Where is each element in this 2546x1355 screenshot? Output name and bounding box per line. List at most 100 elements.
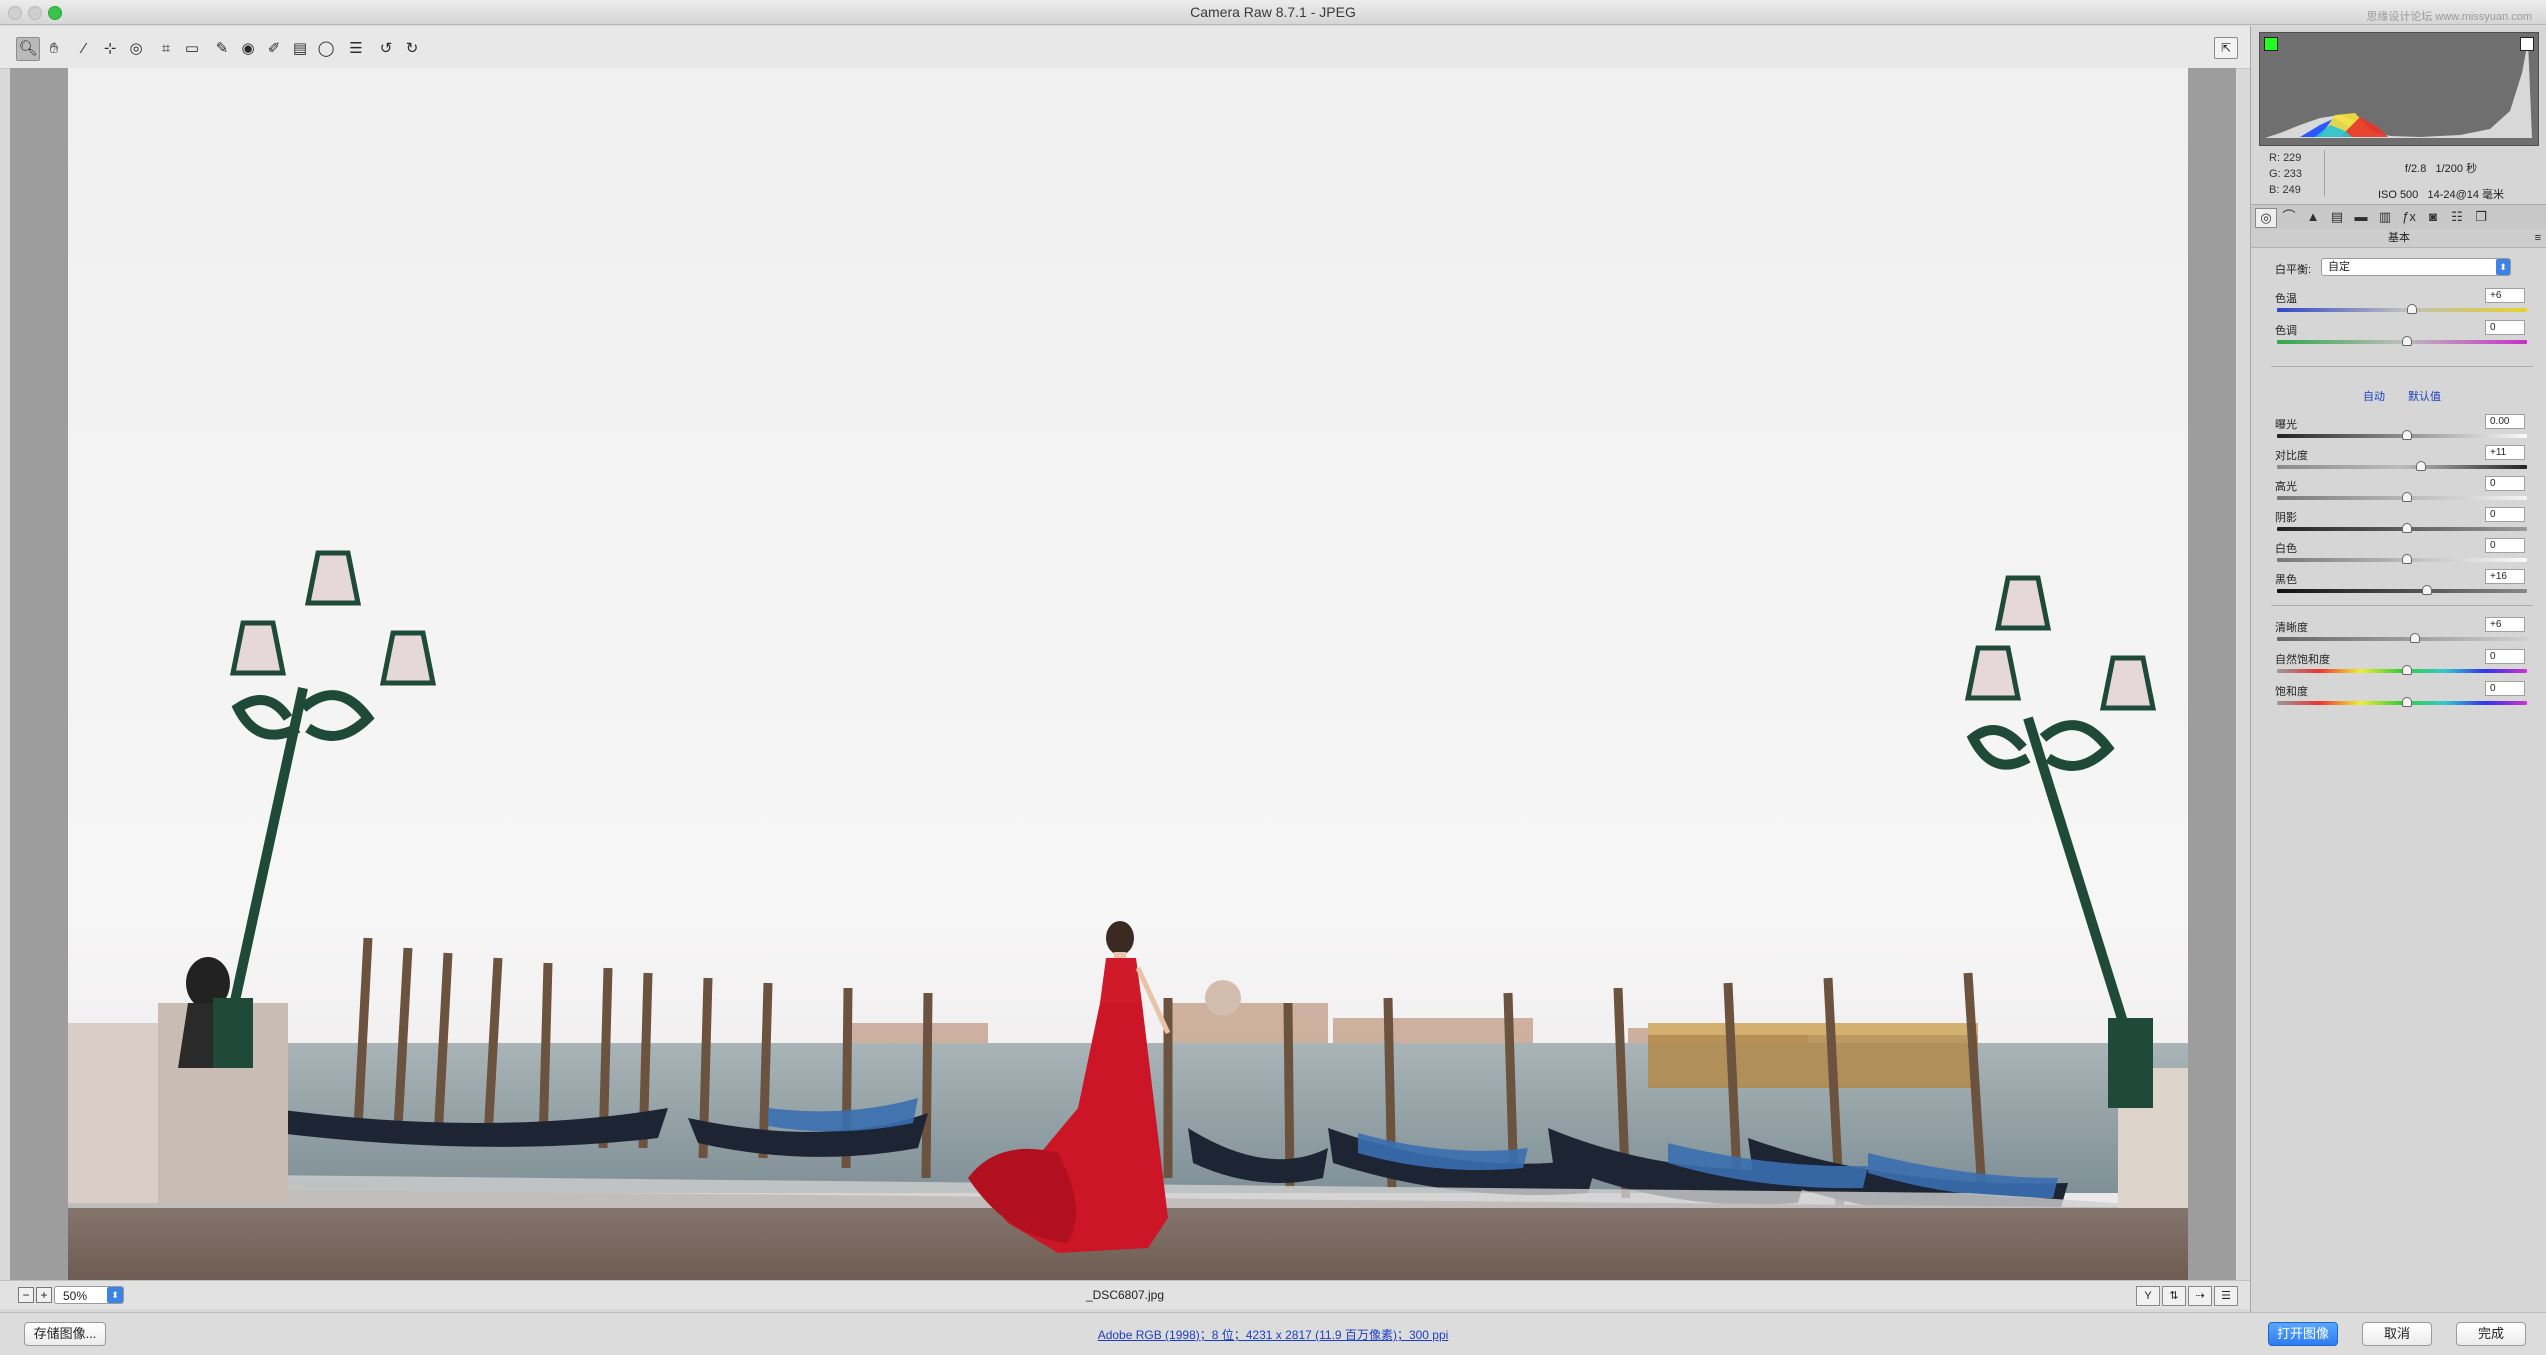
panel-menu-icon[interactable]: ≡ xyxy=(2535,229,2541,247)
open-image-button[interactable]: 打开图像 xyxy=(2268,1322,2338,1346)
straighten-icon: ▭ xyxy=(184,40,200,57)
tab-detail[interactable]: ▲ xyxy=(2303,208,2323,226)
view-buttons: Y ⇅ ⇢ ☰ xyxy=(2134,1286,2238,1306)
tab-lens-corrections[interactable]: ▥ xyxy=(2375,208,2395,226)
done-button[interactable]: 完成 xyxy=(2456,1322,2526,1346)
tab-tone-curve[interactable]: ⌒ xyxy=(2279,208,2299,226)
slider-label: 对比度 xyxy=(2275,450,2308,462)
dropdown-arrow-icon: ⬍ xyxy=(2496,259,2510,275)
rgb-readout: R: 229 G: 233 B: 249 xyxy=(2269,150,2302,198)
section-divider xyxy=(2271,366,2533,367)
slider-value-field[interactable]: 0 xyxy=(2485,538,2525,553)
radial-filter-icon: ◯ xyxy=(317,40,335,57)
section-divider xyxy=(2271,605,2533,606)
photo-preview xyxy=(68,68,2188,1280)
white-balance-select[interactable]: 自定 ⬍ xyxy=(2321,258,2511,276)
slider-track[interactable] xyxy=(2277,308,2527,312)
slider-clarity: 清晰度 +6 xyxy=(2275,617,2529,647)
toggle-settings-button[interactable]: ☰ xyxy=(2214,1286,2238,1306)
image-preview-area[interactable] xyxy=(10,68,2236,1280)
title-bar: Camera Raw 8.7.1 - JPEG 思缘设计论坛 www.missy… xyxy=(0,0,2546,25)
preview-status-bar: − + 50% ⬍ _DSC6807.jpg Y ⇅ ⇢ ☰ xyxy=(0,1280,2250,1309)
tab-presets[interactable]: ☷ xyxy=(2447,208,2467,226)
metadata-divider xyxy=(2324,150,2325,196)
workflow-options-link[interactable]: Adobe RGB (1998)；8 位；4231 x 2817 (11.9 百… xyxy=(0,1326,2546,1343)
fullscreen-icon: ⇱ xyxy=(2220,41,2232,55)
radial-filter-tool-button[interactable]: ◯ xyxy=(314,37,338,61)
rotate-cw-button[interactable]: ↻ xyxy=(400,37,424,61)
slider-value-field[interactable]: 0 xyxy=(2485,320,2525,335)
slider-exposure: 曝光 0.00 xyxy=(2275,414,2529,444)
detail-icon: ▲ xyxy=(2306,209,2320,224)
red-eye-icon: ◉ xyxy=(241,40,255,57)
zoom-tool-button[interactable]: 🔍︎ xyxy=(16,37,40,61)
slider-value-field[interactable]: +6 xyxy=(2485,617,2525,632)
copy-settings-button[interactable]: ⇢ xyxy=(2188,1286,2212,1306)
white-balance-tool-button[interactable]: ⁄ xyxy=(72,37,96,61)
slider-label: 黑色 xyxy=(2275,574,2297,586)
copy-icon: ⇢ xyxy=(2195,1290,2205,1302)
slider-label: 色调 xyxy=(2275,325,2297,337)
swap-settings-button[interactable]: ⇅ xyxy=(2162,1286,2186,1306)
slider-value-field[interactable]: +16 xyxy=(2485,569,2525,584)
tab-snapshots[interactable]: ❐ xyxy=(2471,208,2491,226)
adjustment-brush-tool-button[interactable]: ✐ xyxy=(262,37,286,61)
auto-link[interactable]: 自动 xyxy=(2363,391,2385,403)
auto-default-row: 自动 默认值 xyxy=(2275,388,2529,404)
slider-track[interactable] xyxy=(2277,589,2527,593)
swap-icon: ⇅ xyxy=(2169,1290,2179,1302)
slider-value-field[interactable]: 0 xyxy=(2485,681,2525,696)
shutter-value: 1/200 秒 xyxy=(2435,163,2478,175)
tab-hsl[interactable]: ▤ xyxy=(2327,208,2347,226)
cancel-button[interactable]: 取消 xyxy=(2362,1322,2432,1346)
slider-value-field[interactable]: 0.00 xyxy=(2485,414,2525,429)
slider-value-field[interactable]: +6 xyxy=(2485,288,2525,303)
snapshots-icon: ❐ xyxy=(2475,209,2487,224)
r-label: R: xyxy=(2269,152,2280,164)
slider-value-field[interactable]: +11 xyxy=(2485,445,2525,460)
straighten-tool-button[interactable]: ▭ xyxy=(180,37,204,61)
spot-removal-icon: ✎ xyxy=(215,40,229,57)
default-link[interactable]: 默认值 xyxy=(2408,391,2441,403)
slider-blacks: 黑色 +16 xyxy=(2275,569,2529,599)
slider-label: 白色 xyxy=(2275,543,2297,555)
slider-track[interactable] xyxy=(2277,465,2527,469)
slider-label: 饱和度 xyxy=(2275,686,2308,698)
fx-icon: ƒx xyxy=(2402,209,2416,224)
slider-value-field[interactable]: 0 xyxy=(2485,476,2525,491)
hand-icon: ✋︎ xyxy=(49,40,59,57)
targeted-adjustment-tool-button[interactable]: ◎ xyxy=(124,37,148,61)
hsl-icon: ▤ xyxy=(2330,209,2344,224)
spot-removal-tool-button[interactable]: ✎ xyxy=(210,37,234,61)
lens-icon: ▥ xyxy=(2378,209,2392,224)
slider-value-field[interactable]: 0 xyxy=(2485,649,2525,664)
preferences-icon: ☰ xyxy=(349,40,363,57)
preferences-button[interactable]: ☰ xyxy=(344,37,368,61)
crop-tool-button[interactable]: ⌗ xyxy=(154,37,178,61)
before-after-toggle-button[interactable]: Y xyxy=(2136,1286,2160,1306)
lens-value: 14-24@14 毫米 xyxy=(2427,189,2505,201)
color-sampler-tool-button[interactable]: ⊹ xyxy=(98,37,122,61)
tab-camera-calibration[interactable]: ◙ xyxy=(2423,208,2443,226)
rotate-ccw-button[interactable]: ↺ xyxy=(374,37,398,61)
slider-label: 高光 xyxy=(2275,481,2297,493)
white-balance-value: 自定 xyxy=(2328,261,2350,273)
graduated-filter-tool-button[interactable]: ▤ xyxy=(288,37,312,61)
slider-vibrance: 自然饱和度 0 xyxy=(2275,649,2529,679)
tab-split-toning[interactable]: ▬ xyxy=(2351,208,2371,226)
tab-effects[interactable]: ƒx xyxy=(2399,208,2419,226)
tab-basic[interactable]: ◎ xyxy=(2255,208,2277,228)
g-label: G: xyxy=(2269,168,2281,180)
image-filename: _DSC6807.jpg xyxy=(1085,1288,1165,1302)
slider-value-field[interactable]: 0 xyxy=(2485,507,2525,522)
hand-tool-button[interactable]: ✋︎ xyxy=(42,37,66,61)
highlight-clipping-icon[interactable] xyxy=(2520,37,2534,51)
fullscreen-button[interactable]: ⇱ xyxy=(2214,37,2238,59)
slider-temperature: 色温 +6 xyxy=(2275,288,2529,318)
bottom-bar: 存储图像... Adobe RGB (1998)；8 位；4231 x 2817… xyxy=(0,1312,2546,1355)
slider-track[interactable] xyxy=(2277,637,2527,641)
shadow-clipping-icon[interactable] xyxy=(2264,37,2278,51)
red-eye-tool-button[interactable]: ◉ xyxy=(236,37,260,61)
tone-curve-icon: ⌒ xyxy=(2282,209,2296,224)
slider-contrast: 对比度 +11 xyxy=(2275,445,2529,475)
